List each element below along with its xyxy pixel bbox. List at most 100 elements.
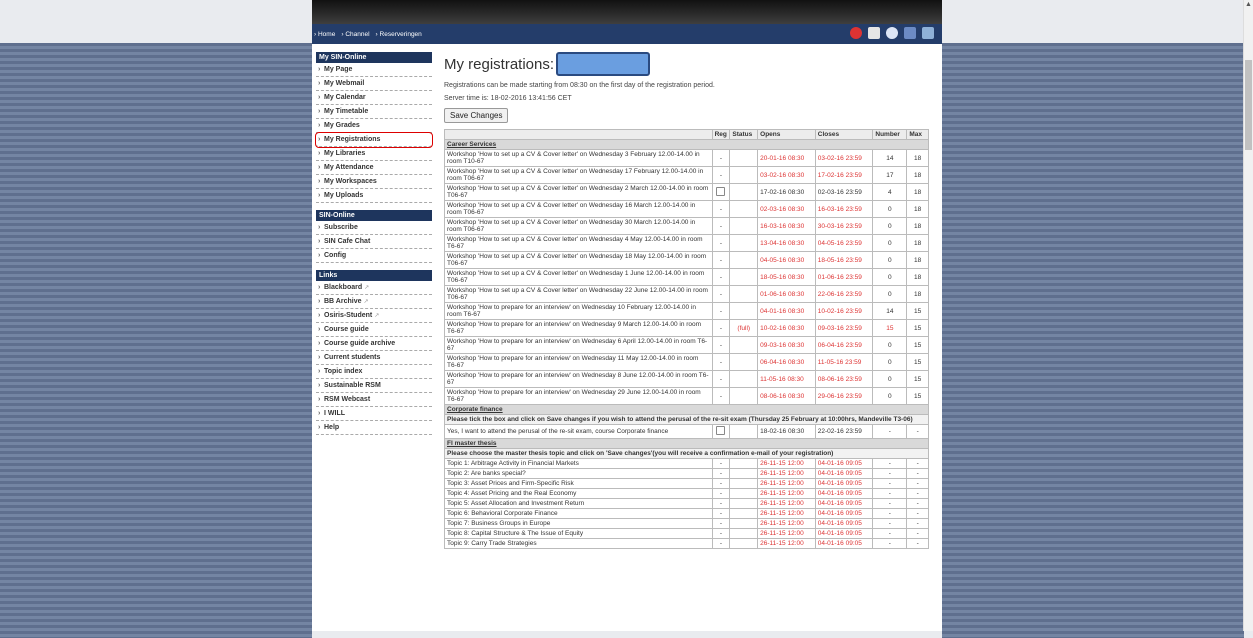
table-row: Yes, I want to attend the perusal of the… bbox=[444, 424, 929, 439]
table-row: Workshop 'How to prepare for an intervie… bbox=[444, 336, 929, 354]
sidebar-item-course-guide-archive[interactable]: Course guide archive bbox=[316, 337, 432, 351]
cell-max: 18 bbox=[906, 217, 929, 235]
cell-reg: - bbox=[711, 319, 731, 337]
cell-status bbox=[729, 458, 759, 469]
scrollbar[interactable]: ▲ bbox=[1243, 0, 1253, 631]
cell-number: 0 bbox=[872, 268, 908, 286]
cell-name: Topic 5: Asset Allocation and Investment… bbox=[444, 498, 713, 509]
breadcrumb-channel[interactable]: Channel bbox=[341, 31, 369, 38]
cell-number: 0 bbox=[872, 336, 908, 354]
cell-reg: - bbox=[711, 149, 731, 167]
cell-max: 15 bbox=[906, 387, 929, 405]
sidebar-item-sustainable-rsm[interactable]: Sustainable RSM bbox=[316, 379, 432, 393]
sidebar-item-blackboard[interactable]: Blackboard ↗ bbox=[316, 281, 432, 295]
sidebar-item-my-attendance[interactable]: My Attendance bbox=[316, 161, 432, 175]
section-title[interactable]: Career Services bbox=[444, 139, 929, 150]
cell-name: Workshop 'How to prepare for an intervie… bbox=[444, 370, 713, 388]
save-changes-button[interactable]: Save Changes bbox=[444, 108, 509, 123]
table-row: Topic 8: Capital Structure & The Issue o… bbox=[444, 528, 929, 539]
sidebar-item-i-will[interactable]: I WILL bbox=[316, 407, 432, 421]
cell-reg: - bbox=[711, 336, 731, 354]
breadcrumb-reserveringen[interactable]: Reserveringen bbox=[376, 31, 422, 38]
cell-name: Workshop 'How to prepare for an intervie… bbox=[444, 387, 713, 405]
sidebar-item-my-libraries[interactable]: My Libraries bbox=[316, 147, 432, 161]
table-header-row: Reg Status Opens Closes Number Max bbox=[444, 129, 929, 140]
cell-number: - bbox=[872, 468, 908, 479]
cell-closes: 03-02-16 23:59 bbox=[814, 149, 874, 167]
cell-name: Workshop 'How to prepare for an intervie… bbox=[444, 353, 713, 371]
sidebar-item-my-timetable[interactable]: My Timetable bbox=[316, 105, 432, 119]
sidebar-item-my-uploads[interactable]: My Uploads bbox=[316, 189, 432, 203]
people-icon[interactable] bbox=[904, 27, 916, 39]
cell-max: 18 bbox=[906, 268, 929, 286]
cell-number: - bbox=[872, 478, 908, 489]
sidebar-item-my-calendar[interactable]: My Calendar bbox=[316, 91, 432, 105]
cell-number: - bbox=[872, 488, 908, 499]
cell-reg bbox=[711, 424, 731, 439]
cell-opens: 26-11-15 12:00 bbox=[757, 518, 816, 529]
cell-status bbox=[729, 528, 759, 539]
cell-name: Topic 8: Capital Structure & The Issue o… bbox=[444, 528, 713, 539]
cell-status bbox=[729, 217, 759, 235]
table-row: Workshop 'How to set up a CV & Cover let… bbox=[444, 183, 929, 201]
sidebar-item-my-registrations[interactable]: My Registrations bbox=[315, 132, 433, 148]
section-title[interactable]: FI master thesis bbox=[444, 438, 929, 449]
table-row: Workshop 'How to set up a CV & Cover let… bbox=[444, 217, 929, 235]
cell-closes: 11-05-16 23:59 bbox=[814, 353, 874, 371]
cell-status bbox=[729, 387, 759, 405]
register-checkbox[interactable] bbox=[716, 186, 726, 196]
cell-max: 15 bbox=[906, 370, 929, 388]
breadcrumb-home[interactable]: Home bbox=[314, 31, 335, 38]
perusal-checkbox[interactable] bbox=[716, 426, 726, 435]
alarm-icon[interactable] bbox=[850, 27, 862, 39]
cell-closes: 09-03-16 23:59 bbox=[814, 319, 874, 337]
cell-max: 15 bbox=[906, 319, 929, 337]
cell-opens: 06-04-16 08:30 bbox=[757, 353, 816, 371]
table-row: Topic 6: Behavioral Corporate Finance -26… bbox=[444, 508, 929, 519]
cell-name: Workshop 'How to set up a CV & Cover let… bbox=[444, 149, 713, 167]
sidebar-heading-links: Links bbox=[316, 270, 432, 281]
sidebar-item-osiris-student[interactable]: Osiris-Student ↗ bbox=[316, 309, 432, 323]
sidebar-item-my-webmail[interactable]: My Webmail bbox=[316, 77, 432, 91]
cell-closes: 04-01-16 09:05 bbox=[814, 528, 874, 539]
sidebar-item-course-guide[interactable]: Course guide bbox=[316, 323, 432, 337]
scrollbar-thumb[interactable] bbox=[1245, 60, 1252, 150]
sidebar-item-my-grades[interactable]: My Grades bbox=[316, 119, 432, 133]
cell-status bbox=[729, 285, 759, 303]
sidebar-item-label: Current students bbox=[324, 354, 381, 361]
sidebar-item-bb-archive[interactable]: BB Archive ↗ bbox=[316, 295, 432, 309]
sidebar-item-my-workspaces[interactable]: My Workspaces bbox=[316, 175, 432, 189]
sidebar-item-topic-index[interactable]: Topic index bbox=[316, 365, 432, 379]
cell-number: - bbox=[872, 498, 908, 509]
sidebar-item-rsm-webcast[interactable]: RSM Webcast bbox=[316, 393, 432, 407]
top-banner bbox=[312, 0, 942, 24]
sidebar-item-sin-cafe-chat[interactable]: SIN Cafe Chat bbox=[316, 235, 432, 249]
sidebar-item-current-students[interactable]: Current students bbox=[316, 351, 432, 365]
cell-status bbox=[729, 166, 759, 184]
cell-reg: - bbox=[711, 217, 731, 235]
header-reg: Reg bbox=[711, 129, 731, 140]
document-icon[interactable] bbox=[868, 27, 880, 39]
search-icon[interactable] bbox=[886, 27, 898, 39]
cell-status bbox=[729, 518, 759, 529]
cell-number: 14 bbox=[872, 302, 908, 320]
monitor-icon[interactable] bbox=[922, 27, 934, 39]
table-row: Workshop 'How to prepare for an intervie… bbox=[444, 319, 929, 337]
sidebar-heading-my-sin-online: My SIN-Online bbox=[316, 52, 432, 63]
cell-opens: 26-11-15 12:00 bbox=[757, 498, 816, 509]
section-row-fi-master-thesis: FI master thesis bbox=[444, 438, 929, 449]
sidebar-item-my-page[interactable]: My Page bbox=[316, 63, 432, 77]
scroll-up-icon[interactable]: ▲ bbox=[1245, 0, 1252, 9]
sidebar-item-subscribe[interactable]: Subscribe bbox=[316, 221, 432, 235]
cell-name: Topic 7: Business Groups in Europe bbox=[444, 518, 713, 529]
top-navigation: Home Channel Reserveringen bbox=[312, 24, 942, 44]
section-title[interactable]: Corporate finance bbox=[444, 404, 929, 415]
cell-opens: 20-01-16 08:30 bbox=[757, 149, 816, 167]
sidebar-item-label: Osiris-Student bbox=[324, 312, 373, 319]
sidebar-item-config[interactable]: Config bbox=[316, 249, 432, 263]
sidebar-item-help[interactable]: Help bbox=[316, 421, 432, 435]
cell-closes: 06-04-16 23:59 bbox=[814, 336, 874, 354]
table-row: Workshop 'How to set up a CV & Cover let… bbox=[444, 234, 929, 252]
cell-number: 0 bbox=[872, 200, 908, 218]
cell-number: 17 bbox=[872, 166, 908, 184]
